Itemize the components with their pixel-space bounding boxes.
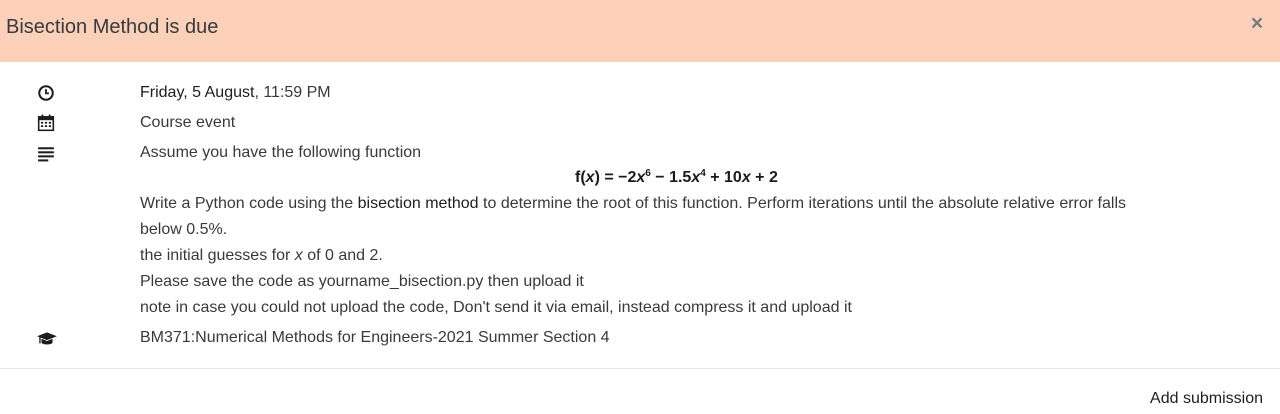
event-course-row: BM371:Numerical Methods for Engineers-20… (0, 328, 1280, 348)
description-paragraph-3: Please save the code as yourname_bisecti… (140, 273, 584, 290)
event-type: Course event (140, 114, 236, 131)
function-formula: f(x) = −2x6 − 1.5x4 + 10x + 2 (575, 168, 778, 186)
modal-title: Bisection Method is due (6, 16, 219, 38)
event-type-row: Course event (0, 113, 1280, 133)
description-paragraph-2: the initial guesses for x of 0 and 2. (140, 247, 383, 264)
event-course: BM371:Numerical Methods for Engineers-20… (140, 329, 610, 346)
bisection-method-term: bisection method (357, 195, 479, 212)
calendar-icon (37, 114, 55, 132)
modal-header: Bisection Method is due × (0, 0, 1280, 62)
footer-divider (0, 368, 1280, 369)
event-date-row: Friday, 5 August, 11:59 PM (0, 82, 1280, 102)
clock-icon (38, 85, 54, 101)
align-left-icon (38, 147, 54, 162)
graduation-cap-icon (37, 332, 57, 345)
event-date-day: Friday, 5 August (140, 84, 255, 101)
description-paragraph-1: Write a Python code using the bisection … (140, 195, 1127, 212)
description-paragraph-4: note in case you could not upload the co… (140, 299, 852, 316)
event-date-time: , 11:59 PM (254, 84, 331, 101)
close-icon[interactable]: × (1248, 13, 1266, 34)
event-date: Friday, 5 August, 11:59 PM (140, 83, 331, 103)
description-paragraph-1-cont: below 0.5%. (140, 221, 228, 238)
add-submission-button[interactable]: Add submission (1150, 388, 1263, 410)
description-intro: Assume you have the following function (140, 144, 422, 161)
